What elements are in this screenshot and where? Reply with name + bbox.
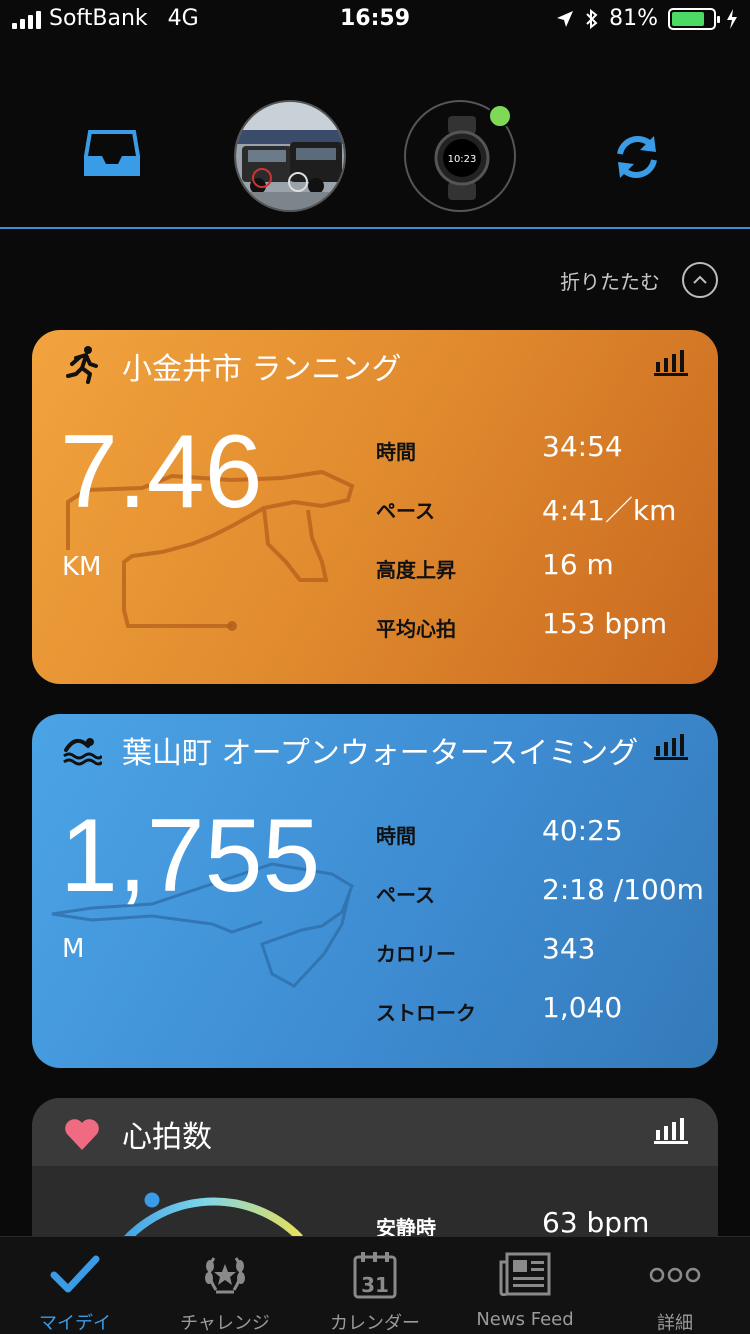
tab-calendar[interactable]: 31 カレンダー <box>300 1237 450 1334</box>
newspaper-icon <box>499 1252 551 1297</box>
header-divider <box>0 227 750 229</box>
stat-label: 時間 <box>376 440 416 464</box>
stat-value: 40:25 <box>542 814 623 847</box>
stat-value: 34:54 <box>542 430 623 463</box>
stat-label: ペース <box>376 499 435 523</box>
more-dots-icon <box>649 1267 701 1283</box>
charging-bolt-icon <box>727 8 737 29</box>
stat-value: 1,040 <box>542 991 623 1024</box>
laurel-icon <box>205 1257 245 1294</box>
tab-challenges[interactable]: チャレンジ <box>150 1237 300 1334</box>
battery-percent: 81% <box>609 6 658 31</box>
chevron-up-icon <box>693 275 707 284</box>
running-icon <box>66 346 98 384</box>
tab-label: マイデイ <box>39 1313 111 1334</box>
stat-label: ストローク <box>376 1001 476 1025</box>
svg-text:10:23: 10:23 <box>448 154 477 165</box>
stat-label: ペース <box>376 883 435 907</box>
tab-my-day[interactable]: マイデイ <box>0 1237 150 1334</box>
bar-chart-icon[interactable] <box>654 732 688 760</box>
running-activity-card[interactable]: 小金井市 ランニング 7.46 KM 時間 34:54 ペース 4:41／km … <box>32 330 718 684</box>
swimming-distance: 1,755 <box>60 798 321 914</box>
tab-bar: マイデイ チャレンジ 31 カレンダー News Feed 詳細 <box>0 1236 750 1334</box>
stat-row: ストローク 1,040 <box>376 991 706 1031</box>
stat-value: 2:18 /100m <box>542 873 704 906</box>
stat-value: 4:41／km <box>542 494 677 527</box>
stat-value: 343 <box>542 932 596 965</box>
location-arrow-icon <box>557 10 574 27</box>
status-bar: SoftBank 4G 16:59 81% <box>0 0 750 40</box>
collapse-button[interactable] <box>682 262 718 298</box>
tab-news-feed[interactable]: News Feed <box>450 1237 600 1334</box>
stat-row: カロリー 343 <box>376 932 706 972</box>
stat-label: 時間 <box>376 824 416 848</box>
collapse-label: 折りたたむ <box>560 269 660 294</box>
stat-value: 63 bpm <box>542 1206 650 1239</box>
collapse-control[interactable]: 折りたたむ <box>560 262 718 298</box>
stat-row: 平均心拍 153 bpm <box>376 607 706 647</box>
tab-more[interactable]: 詳細 <box>600 1237 750 1334</box>
calendar-day: 31 <box>361 1273 389 1297</box>
swimming-card-title: 葉山町 オープンウォータースイミング <box>122 736 639 771</box>
sync-button[interactable] <box>608 128 666 186</box>
stat-row: 高度上昇 16 m <box>376 548 706 588</box>
bar-chart-icon[interactable] <box>654 348 688 376</box>
tab-label: カレンダー <box>330 1313 420 1334</box>
tab-label: チャレンジ <box>180 1313 270 1334</box>
checkmark-icon <box>50 1255 100 1293</box>
sync-icon <box>617 136 657 178</box>
swimming-distance-unit: M <box>62 934 85 964</box>
running-card-title: 小金井市 ランニング <box>122 352 402 387</box>
tab-label: 詳細 <box>657 1313 693 1334</box>
stat-label: 高度上昇 <box>376 558 456 582</box>
stat-value: 153 bpm <box>542 607 668 640</box>
tab-label: News Feed <box>476 1309 574 1330</box>
bluetooth-icon <box>586 8 598 29</box>
stat-label: 平均心拍 <box>376 617 456 641</box>
stat-label: カロリー <box>376 942 456 966</box>
stat-row: ペース 2:18 /100m <box>376 873 706 913</box>
inbox-icon <box>84 130 140 176</box>
device-connected-indicator <box>488 104 512 128</box>
header-toolbar: 10:23 <box>0 100 750 212</box>
running-distance: 7.46 <box>60 414 263 530</box>
stat-value: 16 m <box>542 548 614 581</box>
swimming-icon <box>63 738 102 766</box>
running-distance-unit: KM <box>62 552 102 582</box>
swimming-activity-card[interactable]: 葉山町 オープンウォータースイミング 1,755 M 時間 40:25 ペース … <box>32 714 718 1068</box>
stat-row: ペース 4:41／km <box>376 489 706 529</box>
inbox-button[interactable] <box>84 128 140 178</box>
device-button[interactable]: 10:23 <box>404 100 516 212</box>
stat-row: 時間 34:54 <box>376 430 706 470</box>
profile-avatar[interactable] <box>234 100 346 212</box>
stat-row: 時間 40:25 <box>376 814 706 854</box>
battery-icon <box>668 7 720 30</box>
